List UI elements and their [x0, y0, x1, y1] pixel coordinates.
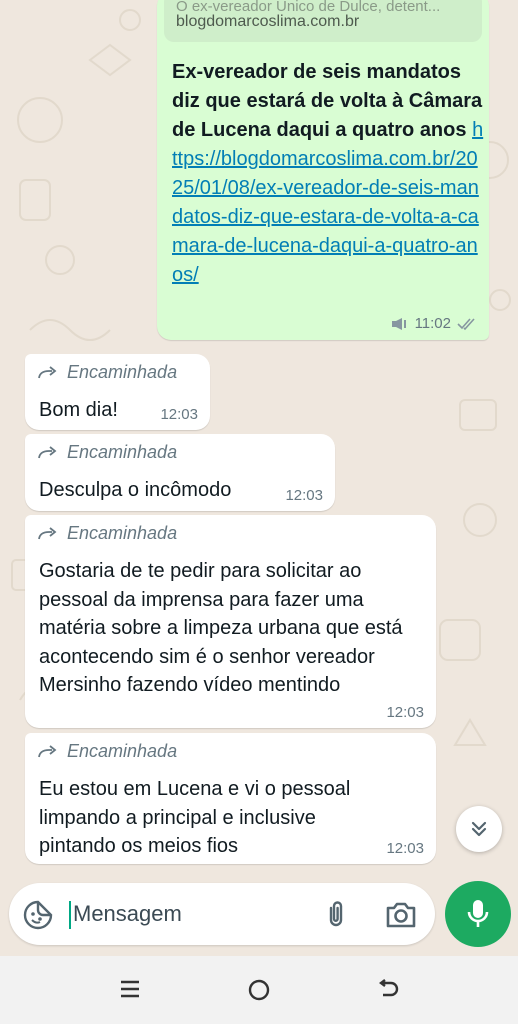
message-text: Eu estou em Lucena e vi o pessoal limpan…: [39, 778, 351, 857]
home-circle-icon: [248, 979, 270, 1001]
chat-area[interactable]: O ex-vereador Unico de Dulce, detent... …: [0, 0, 518, 880]
incoming-message[interactable]: Encaminhada Gostaria de te pedir para so…: [25, 515, 436, 728]
message-text: Desculpa o incômodo: [39, 479, 232, 501]
back-button[interactable]: [376, 978, 400, 1007]
message-text: Bom dia!: [39, 399, 118, 421]
message-input[interactable]: [73, 896, 303, 932]
forwarded-label: Encaminhada: [67, 523, 178, 543]
double-chevron-down-icon: [471, 821, 487, 837]
message-composer: [9, 883, 435, 945]
forwarded-label: Encaminhada: [67, 442, 178, 462]
forwarded-indicator: Encaminhada: [37, 741, 177, 762]
incoming-message[interactable]: Encaminhada Eu estou em Lucena e vi o pe…: [25, 733, 436, 864]
home-button[interactable]: [247, 978, 271, 1007]
double-check-icon: [457, 317, 475, 330]
mic-icon: [467, 900, 489, 927]
sticker-button[interactable]: [23, 900, 53, 935]
link-headline: Ex-vereador de seis mandatos diz que est…: [172, 61, 483, 141]
forwarded-label: Encaminhada: [67, 362, 178, 382]
attach-button[interactable]: [325, 899, 347, 934]
message-time: 12:03: [386, 704, 424, 721]
incoming-message[interactable]: Encaminhada Bom dia! 12:03: [25, 354, 210, 430]
camera-icon: [386, 902, 416, 928]
scroll-to-bottom-button[interactable]: [456, 806, 502, 852]
forwarded-indicator: Encaminhada: [37, 442, 177, 463]
link-preview[interactable]: O ex-vereador Unico de Dulce, detent... …: [164, 0, 482, 42]
forward-arrow-icon: [38, 526, 57, 539]
forwarded-indicator: Encaminhada: [37, 362, 177, 383]
sticker-icon: [23, 900, 53, 930]
text-cursor: [69, 901, 71, 929]
forward-arrow-icon: [38, 744, 57, 757]
speaker-icon: [391, 317, 406, 330]
outgoing-link-message[interactable]: O ex-vereador Unico de Dulce, detent... …: [157, 0, 489, 340]
link-url[interactable]: https://blogdomarcoslima.com.br/2025/01/…: [172, 119, 483, 286]
message-time: 12:03: [285, 487, 323, 504]
voice-message-button[interactable]: [445, 881, 511, 947]
recent-apps-icon: [121, 980, 139, 998]
paperclip-icon: [329, 901, 343, 927]
back-icon: [379, 979, 399, 997]
message-time: 11:02: [414, 315, 451, 332]
forwarded-indicator: Encaminhada: [37, 523, 177, 544]
message-text: Gostaria de te pedir para solicitar ao p…: [39, 560, 403, 696]
camera-button[interactable]: [385, 901, 417, 934]
message-time: 12:03: [160, 406, 198, 423]
forward-arrow-icon: [38, 365, 57, 378]
link-message-text: Ex-vereador de seis mandatos diz que est…: [172, 58, 484, 290]
forward-arrow-icon: [38, 445, 57, 458]
system-navigation-bar: [0, 956, 518, 1024]
message-time: 12:03: [386, 840, 424, 857]
forwarded-label: Encaminhada: [67, 741, 178, 761]
link-preview-domain: blogdomarcoslima.com.br: [176, 13, 360, 30]
message-meta: 11:02: [391, 315, 479, 332]
recent-apps-button[interactable]: [119, 978, 141, 1005]
incoming-message[interactable]: Encaminhada Desculpa o incômodo 12:03: [25, 434, 335, 511]
